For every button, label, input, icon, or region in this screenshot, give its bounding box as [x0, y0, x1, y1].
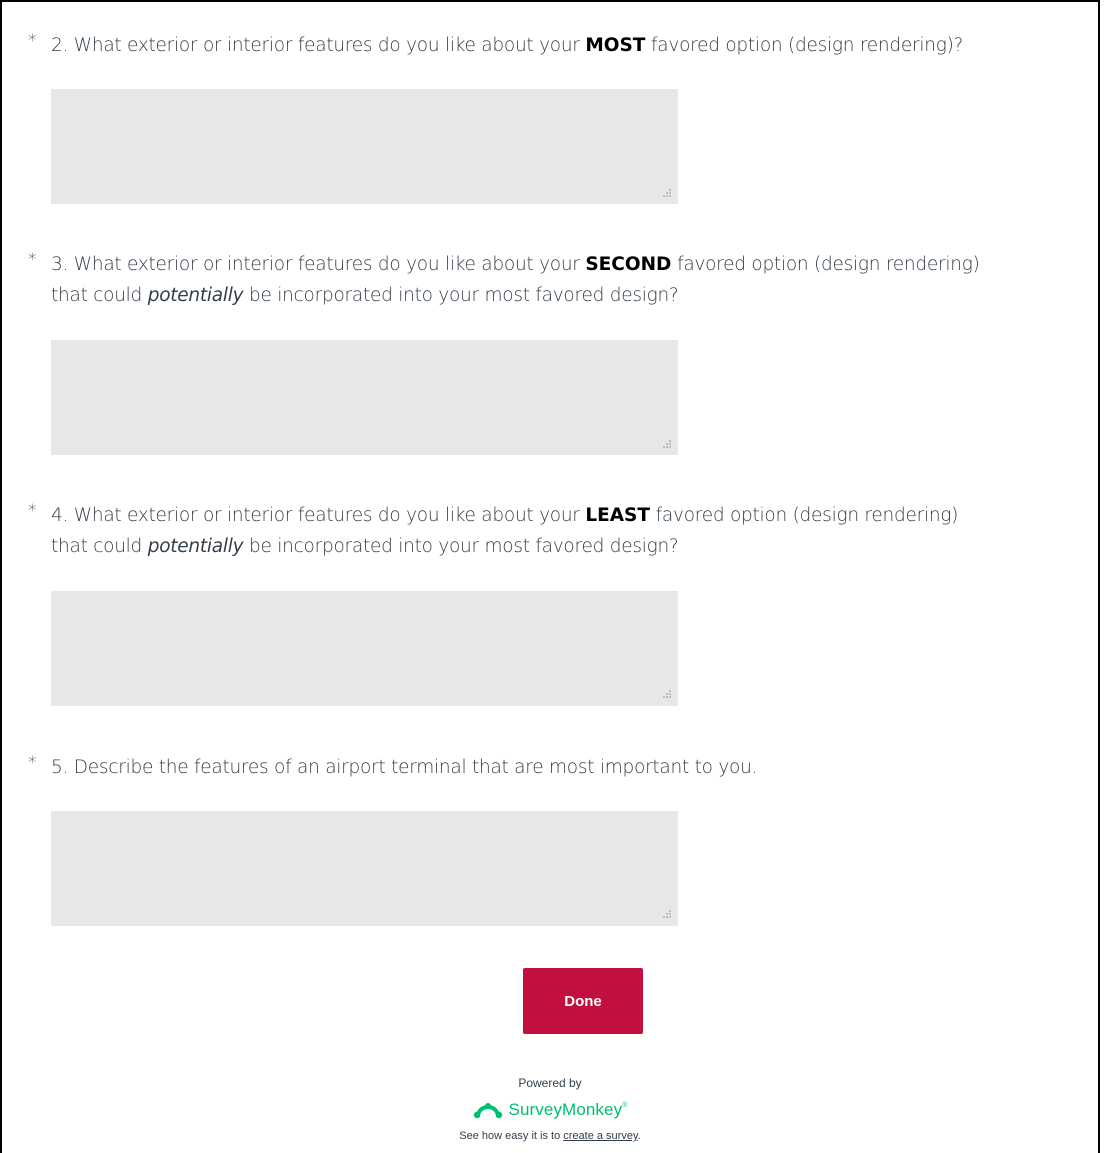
question-2-title: * 2. What exterior or interior features … [28, 30, 1092, 61]
required-marker: * [28, 501, 37, 521]
question-text-line2: that could [51, 536, 143, 557]
answer-textbox-q5[interactable] [51, 811, 678, 926]
question-number: 4. [51, 505, 69, 526]
surveymonkey-logo-icon [473, 1103, 502, 1119]
question-text-line2-after: be incorporated into your most favored d… [248, 285, 679, 306]
resize-handle-icon[interactable] [663, 440, 671, 448]
required-marker: * [28, 753, 37, 773]
answer-textbox-q4[interactable] [51, 591, 678, 706]
answer-textbox-q3[interactable] [51, 340, 678, 455]
question-text: What exterior or interior features do yo… [73, 254, 580, 275]
question-4-title: * 4. What exterior or interior features … [28, 500, 1092, 562]
required-marker: * [28, 31, 37, 51]
tagline-period: . [637, 1130, 641, 1142]
surveymonkey-brand-link[interactable]: SurveyMonkey® [0, 1097, 1100, 1123]
question-text-line2-after: be incorporated into your most favored d… [248, 536, 679, 557]
question-5-title: * 5. Describe the features of an airport… [28, 752, 1092, 783]
question-3-title: * 3. What exterior or interior features … [28, 249, 1092, 311]
question-text: Describe the features of an airport term… [73, 757, 758, 778]
resize-handle-icon[interactable] [663, 189, 671, 197]
done-button[interactable]: Done [523, 968, 643, 1034]
create-survey-link[interactable]: create a survey [563, 1130, 637, 1142]
question-text-after: favored option (design rendering) [677, 254, 980, 275]
question-number: 2. [51, 35, 69, 56]
question-italic-text: potentially [147, 536, 244, 557]
question-italic-text: potentially [147, 285, 244, 306]
question-text-line2: that could [51, 285, 143, 306]
question-number: 5. [51, 757, 69, 778]
question-number: 3. [51, 254, 69, 275]
question-emphasis: SECOND [585, 254, 672, 275]
footer-tagline: See how easy it is to create a survey. [0, 1130, 1100, 1142]
required-marker: * [28, 250, 37, 270]
question-text-after: favored option (design rendering) [655, 505, 959, 526]
question-text: What exterior or interior features do yo… [73, 35, 580, 56]
question-text: What exterior or interior features do yo… [73, 505, 580, 526]
answer-textbox-q2[interactable] [51, 89, 678, 204]
question-emphasis: MOST [585, 35, 646, 56]
resize-handle-icon[interactable] [663, 910, 671, 918]
surveymonkey-brand-name: SurveyMonkey® [508, 1100, 628, 1119]
resize-handle-icon[interactable] [663, 690, 671, 698]
powered-by-label: Powered by [518, 1076, 582, 1090]
registered-mark: ® [622, 1102, 628, 1109]
tagline-text: See how easy it is to [459, 1130, 561, 1142]
question-emphasis: LEAST [585, 505, 650, 526]
question-text-after: favored option (design rendering)? [651, 35, 964, 56]
